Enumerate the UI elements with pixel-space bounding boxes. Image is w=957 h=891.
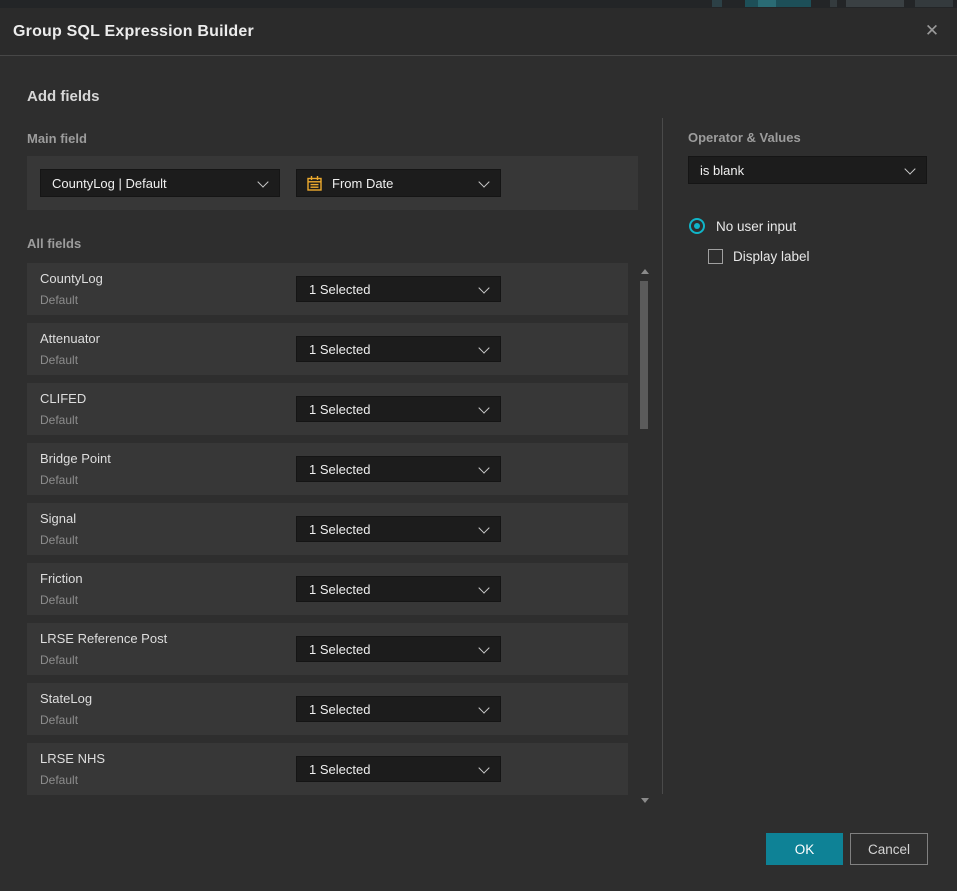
field-subtitle: Default (40, 773, 78, 787)
field-row: Signal Default 1 Selected (27, 503, 628, 555)
field-selection-value: 1 Selected (309, 282, 472, 297)
field-name: Signal (40, 511, 76, 526)
main-layer-select-value: CountyLog | Default (52, 176, 251, 191)
field-name: CountyLog (40, 271, 103, 286)
close-button[interactable]: ✕ (920, 19, 944, 43)
field-selection-select[interactable]: 1 Selected (296, 756, 501, 782)
operator-values-label: Operator & Values (688, 130, 801, 145)
field-selection-value: 1 Selected (309, 582, 472, 597)
field-selection-value: 1 Selected (309, 702, 472, 717)
all-fields-label: All fields (27, 236, 81, 251)
field-selection-select[interactable]: 1 Selected (296, 336, 501, 362)
field-name: LRSE NHS (40, 751, 105, 766)
field-row: Bridge Point Default 1 Selected (27, 443, 628, 495)
chevron-down-icon (478, 702, 489, 713)
display-label-label: Display label (733, 249, 810, 264)
dialog-titlebar: Group SQL Expression Builder ✕ (0, 8, 957, 56)
chevron-down-icon (257, 176, 268, 187)
group-sql-expression-builder-dialog: Group SQL Expression Builder ✕ Add field… (0, 8, 957, 891)
field-subtitle: Default (40, 593, 78, 607)
chevron-down-icon (478, 282, 489, 293)
field-row: LRSE Reference Post Default 1 Selected (27, 623, 628, 675)
chevron-down-icon (904, 163, 915, 174)
chevron-down-icon (478, 762, 489, 773)
field-selection-value: 1 Selected (309, 522, 472, 537)
field-selection-select[interactable]: 1 Selected (296, 396, 501, 422)
calendar-icon (306, 175, 323, 192)
field-selection-value: 1 Selected (309, 342, 472, 357)
background-fragment (830, 0, 837, 7)
dialog-title: Group SQL Expression Builder (13, 8, 254, 55)
no-user-input-option[interactable]: No user input (689, 218, 796, 234)
field-selection-select[interactable]: 1 Selected (296, 576, 501, 602)
chevron-down-icon (478, 522, 489, 533)
ok-button[interactable]: OK (766, 833, 843, 865)
field-name: StateLog (40, 691, 92, 706)
field-name: Bridge Point (40, 451, 111, 466)
chevron-down-icon (478, 402, 489, 413)
field-row: Attenuator Default 1 Selected (27, 323, 628, 375)
add-fields-heading: Add fields (27, 88, 100, 105)
field-row: CLIFED Default 1 Selected (27, 383, 628, 435)
main-date-field-select[interactable]: From Date (296, 169, 501, 197)
field-selection-value: 1 Selected (309, 402, 472, 417)
chevron-down-icon (478, 462, 489, 473)
main-field-panel: CountyLog | Default From Date (27, 156, 638, 210)
background-fragment (846, 0, 904, 7)
chevron-down-icon (478, 342, 489, 353)
chevron-down-icon (478, 176, 489, 187)
field-row: StateLog Default 1 Selected (27, 683, 628, 735)
field-subtitle: Default (40, 533, 78, 547)
field-selection-value: 1 Selected (309, 642, 472, 657)
field-name: LRSE Reference Post (40, 631, 167, 646)
field-selection-select[interactable]: 1 Selected (296, 696, 501, 722)
scrollbar-thumb[interactable] (640, 281, 648, 429)
field-subtitle: Default (40, 353, 78, 367)
background-app-strip (0, 0, 957, 8)
field-name: CLIFED (40, 391, 86, 406)
field-selection-value: 1 Selected (309, 462, 472, 477)
scroll-up-arrow-icon[interactable] (641, 269, 649, 274)
field-selection-select[interactable]: 1 Selected (296, 516, 501, 542)
chevron-down-icon (478, 582, 489, 593)
field-selection-value: 1 Selected (309, 762, 472, 777)
main-field-label: Main field (27, 131, 87, 146)
background-fragment (712, 0, 722, 7)
field-row: CountyLog Default 1 Selected (27, 263, 628, 315)
list-scrollbar[interactable] (639, 263, 651, 805)
scroll-down-arrow-icon[interactable] (641, 798, 649, 803)
field-name: Friction (40, 571, 83, 586)
field-selection-select[interactable]: 1 Selected (296, 276, 501, 302)
field-selection-select[interactable]: 1 Selected (296, 636, 501, 662)
radio-button-icon[interactable] (689, 218, 705, 234)
main-layer-select[interactable]: CountyLog | Default (40, 169, 280, 197)
field-subtitle: Default (40, 653, 78, 667)
operator-select-value: is blank (700, 163, 898, 178)
operator-select[interactable]: is blank (688, 156, 927, 184)
background-fragment (915, 0, 953, 7)
main-date-field-select-value: From Date (332, 176, 472, 191)
no-user-input-label: No user input (716, 219, 796, 234)
panel-divider (662, 118, 663, 794)
display-label-option[interactable]: Display label (708, 249, 810, 264)
chevron-down-icon (478, 642, 489, 653)
screen: Group SQL Expression Builder ✕ Add field… (0, 0, 957, 891)
field-subtitle: Default (40, 473, 78, 487)
background-fragment (745, 0, 811, 7)
background-fragment (758, 0, 776, 7)
field-name: Attenuator (40, 331, 100, 346)
field-subtitle: Default (40, 413, 78, 427)
field-row: LRSE NHS Default 1 Selected (27, 743, 628, 795)
close-icon: ✕ (925, 21, 939, 41)
field-row: Friction Default 1 Selected (27, 563, 628, 615)
field-selection-select[interactable]: 1 Selected (296, 456, 501, 482)
cancel-button[interactable]: Cancel (850, 833, 928, 865)
field-subtitle: Default (40, 293, 78, 307)
all-fields-list: CountyLog Default 1 Selected Attenuator … (27, 263, 628, 803)
field-subtitle: Default (40, 713, 78, 727)
checkbox-icon[interactable] (708, 249, 723, 264)
